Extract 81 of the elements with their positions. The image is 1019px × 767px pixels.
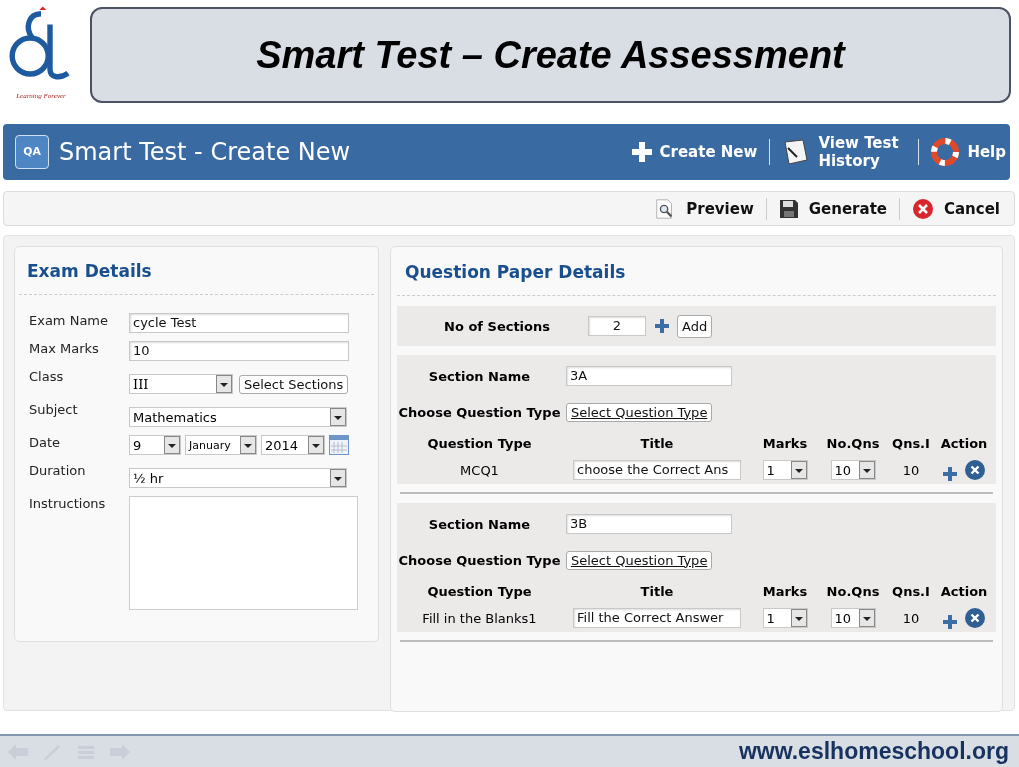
column-header: Marks <box>761 584 809 599</box>
column-header: Question Type <box>426 584 533 599</box>
plus-icon[interactable] <box>655 319 669 333</box>
column-header: Qns.I <box>891 584 931 599</box>
dropdown[interactable]: 1 <box>762 608 808 628</box>
input-field[interactable]: 10 <box>129 341 349 361</box>
column-header: Title <box>639 584 675 599</box>
close-icon[interactable] <box>965 608 985 628</box>
plus-icon[interactable] <box>943 467 957 481</box>
select-question-type-button[interactable]: Select Question Type <box>566 402 713 422</box>
plus-icon <box>631 142 652 162</box>
input-field[interactable]: cycle Test <box>129 313 349 333</box>
field-label: Class <box>29 369 65 386</box>
column-header: Action <box>939 436 989 451</box>
dropdown[interactable]: 10 <box>830 460 876 480</box>
nav-link[interactable]: Help <box>927 138 1010 166</box>
column-header: Marks <box>761 436 809 451</box>
plus-icon[interactable] <box>943 615 957 629</box>
dropdown[interactable]: Mathematics <box>129 407 347 427</box>
select-question-type-button[interactable]: Select Question Type <box>566 550 713 570</box>
close-icon[interactable] <box>912 197 934 220</box>
column-header: No.Qns <box>825 436 881 451</box>
caret-icon[interactable] <box>858 609 875 627</box>
save-icon[interactable] <box>778 198 799 219</box>
column-header: Qns.I <box>891 436 931 451</box>
toolbar-link[interactable]: Preview <box>686 199 754 218</box>
input-field[interactable]: 3A <box>566 366 732 386</box>
caret-icon[interactable] <box>790 461 807 479</box>
dropdown[interactable]: ½ hr <box>129 468 347 488</box>
toolbar-link[interactable]: Cancel <box>944 199 1000 218</box>
caret-icon[interactable] <box>216 375 232 393</box>
slide-title: Smart Test – Create Assessment <box>256 33 845 77</box>
input-field[interactable]: 3B <box>566 514 732 534</box>
close-icon[interactable] <box>965 460 985 480</box>
field-label: No of Sections <box>443 318 550 334</box>
footer-url: www.eslhomeschool.org <box>738 738 1009 765</box>
input-field[interactable]: choose the Correct Ans <box>573 460 741 480</box>
panel-heading: Question Paper Details <box>397 247 996 296</box>
column-header: Title <box>639 436 675 451</box>
dropdown[interactable]: 9 <box>129 435 181 455</box>
caret-icon[interactable] <box>330 408 346 426</box>
caret-icon[interactable] <box>858 461 875 479</box>
dropdown[interactable]: III <box>129 374 233 394</box>
panel-heading: Exam Details <box>19 247 374 295</box>
field-label: Choose Question Type <box>397 404 562 420</box>
table-cell-text: 10 <box>901 462 921 478</box>
lifebuoy-icon <box>931 138 960 166</box>
nav-link[interactable]: View Test History <box>778 134 911 170</box>
dropdown[interactable]: 1 <box>762 460 808 480</box>
field-label: Date <box>29 435 62 452</box>
field-label: Section Name <box>427 516 532 532</box>
input-field[interactable]: Fill the Correct Answer <box>573 608 741 628</box>
column-header: Action <box>939 584 989 599</box>
field-label: Choose Question Type <box>397 552 562 568</box>
caret-icon[interactable] <box>164 436 180 454</box>
field-label: Duration <box>29 463 87 480</box>
select-sections-button[interactable]: Select Sections <box>239 374 349 394</box>
caret-icon[interactable] <box>308 436 324 454</box>
calendar-icon[interactable] <box>329 435 349 455</box>
table-cell-text: MCQ1 <box>459 462 500 478</box>
app-title: Smart Test - Create New <box>59 138 352 166</box>
caret-icon[interactable] <box>240 436 256 454</box>
column-header: Question Type <box>426 436 533 451</box>
nav-link[interactable]: Create New <box>627 142 762 162</box>
dropdown[interactable]: January <box>185 435 257 455</box>
caret-icon[interactable] <box>790 609 807 627</box>
toolbar-link[interactable]: Generate <box>808 199 887 218</box>
document-icon <box>782 138 811 166</box>
input-field[interactable]: 2 <box>588 316 646 336</box>
dropdown[interactable]: 2014 <box>261 435 325 455</box>
field-label: Instructions <box>29 496 107 513</box>
dropdown[interactable]: 10 <box>830 608 876 628</box>
field-label: Exam Name <box>29 313 110 330</box>
field-label: Max Marks <box>29 341 100 358</box>
table-cell-text: 10 <box>901 610 921 626</box>
caret-icon[interactable] <box>330 469 346 487</box>
field-label: Subject <box>29 402 79 419</box>
table-cell-text: Fill in the Blanks1 <box>421 610 538 626</box>
field-label: Section Name <box>427 368 532 384</box>
column-header: No.Qns <box>825 584 881 599</box>
add-button[interactable]: Add <box>677 314 713 338</box>
